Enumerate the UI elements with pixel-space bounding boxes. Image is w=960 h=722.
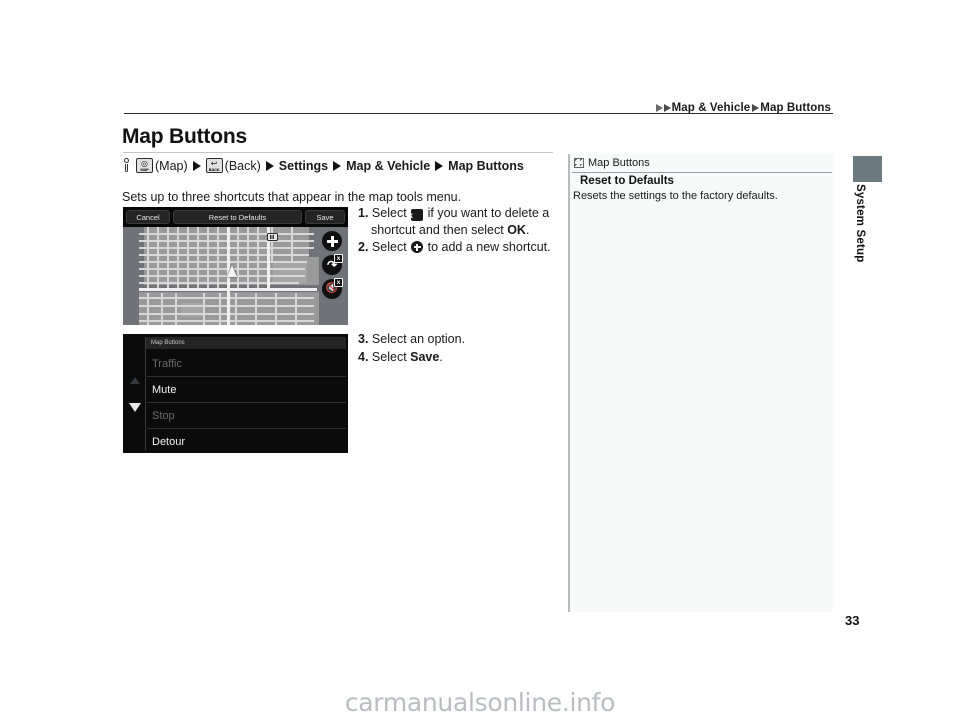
section-tab-marker [853,156,882,182]
step-emphasis: Save [410,349,440,364]
title-divider [123,152,553,153]
back-hardkey-label: BACK [208,166,220,172]
nav-path-map-buttons: Map Buttons [448,158,524,173]
scroll-down-arrow-icon[interactable] [129,403,141,412]
list-item[interactable]: Stop [147,403,346,429]
sidebar-divider [572,172,832,173]
nav-path-arrow-icon [192,160,201,171]
breadcrumb-arrow-icon [663,104,671,112]
detour-shortcut-button[interactable]: ↷ x [322,254,343,275]
breadcrumb-arrow-icon [655,104,663,112]
sidebar-description: Resets the settings to the factory defau… [573,190,778,202]
vehicle-position-icon [227,265,237,277]
header-divider [124,113,833,114]
intro-paragraph: Sets up to three shortcuts that appear i… [122,190,462,204]
sidebar-panel [570,154,833,612]
step-text: Select an option. [371,332,466,346]
map-screenshot: Cancel Reset to Defaults Save ↷ x 🔇 x [123,207,348,325]
step-number: 1. [358,206,369,220]
step-emphasis: OK [507,222,526,237]
list-divider [145,337,146,450]
key-icon [122,158,132,173]
double-chevron-icon [574,158,584,168]
map-screenshot-topbar: Cancel Reset to Defaults Save [123,207,348,227]
list-item[interactable]: Traffic [147,351,346,377]
sidebar-subtitle: Reset to Defaults [580,175,674,187]
step-text: Select [371,206,411,220]
step-item: 2. Select to add a new shortcut. [358,239,558,256]
save-button[interactable]: Save [305,210,345,224]
map-canvas[interactable]: ↷ x 🔇 x [123,227,348,325]
nav-path-arrow-icon [333,160,342,171]
plus-icon [326,235,338,247]
delete-badge-icon[interactable]: x [334,278,343,287]
step-item: 4. Select Save. [358,349,558,366]
section-tab-label: System Setup [854,184,866,263]
map-hardkey-label: MAP [140,166,149,172]
steps-group-1: 1. Select x if you want to delete a shor… [358,205,558,257]
sidebar-header-label: Map Buttons [588,157,650,169]
watermark: carmanualsonline.info [344,688,616,717]
mute-shortcut-button[interactable]: 🔇 x [322,278,343,299]
list-item[interactable]: Mute [147,377,346,403]
list-scrollbar[interactable] [127,337,143,450]
step-item: 1. Select x if you want to delete a shor… [358,205,558,238]
sidebar-header: Map Buttons [574,157,650,169]
list-title: Map Buttons [146,337,346,349]
step-text: Select [371,240,411,254]
steps-group-2: 3. Select an option. 4. Select Save. [358,331,558,366]
back-hardkey-icon[interactable]: ↩ BACK [205,158,223,173]
step-text: to add a new shortcut. [424,240,551,254]
plus-circle-icon [411,241,424,253]
breadcrumb-arrow-icon [752,104,760,112]
nav-path-arrow-icon [435,160,444,171]
step-item: 3. Select an option. [358,331,558,348]
page-title: Map Buttons [122,125,247,148]
reset-to-defaults-button[interactable]: Reset to Defaults [173,210,302,224]
navigation-path: ◎ MAP (Map) ↩ BACK (Back) Settings Map &… [122,158,524,173]
breadcrumb-bar: Map & Vehicle Map Buttons [124,88,833,114]
highway-shield-icon [267,233,278,241]
nav-path-arrow-icon [265,160,274,171]
page-number: 33 [845,613,860,628]
cancel-button[interactable]: Cancel [126,210,170,224]
nav-path-back-text: (Back) [224,158,261,173]
step-number: 4. [358,349,369,364]
step-text: . [525,222,530,237]
map-hardkey-icon[interactable]: ◎ MAP [136,158,153,173]
map-buttons-list-screenshot: Map Buttons Traffic Mute Stop Detour [123,334,348,453]
list-item[interactable]: Detour [147,429,346,453]
nav-path-settings: Settings [278,158,329,173]
add-shortcut-button[interactable] [322,231,342,251]
nav-path-map-and-vehicle: Map & Vehicle [346,158,431,173]
step-text: . [439,349,443,364]
step-number: 3. [358,332,369,346]
step-text: Select [371,349,411,364]
nav-path-map-text: (Map) [155,158,188,173]
scroll-up-arrow-icon[interactable] [130,377,140,384]
delete-x-icon: x [408,209,424,221]
delete-badge-icon[interactable]: x [334,254,343,263]
step-number: 2. [358,240,369,254]
